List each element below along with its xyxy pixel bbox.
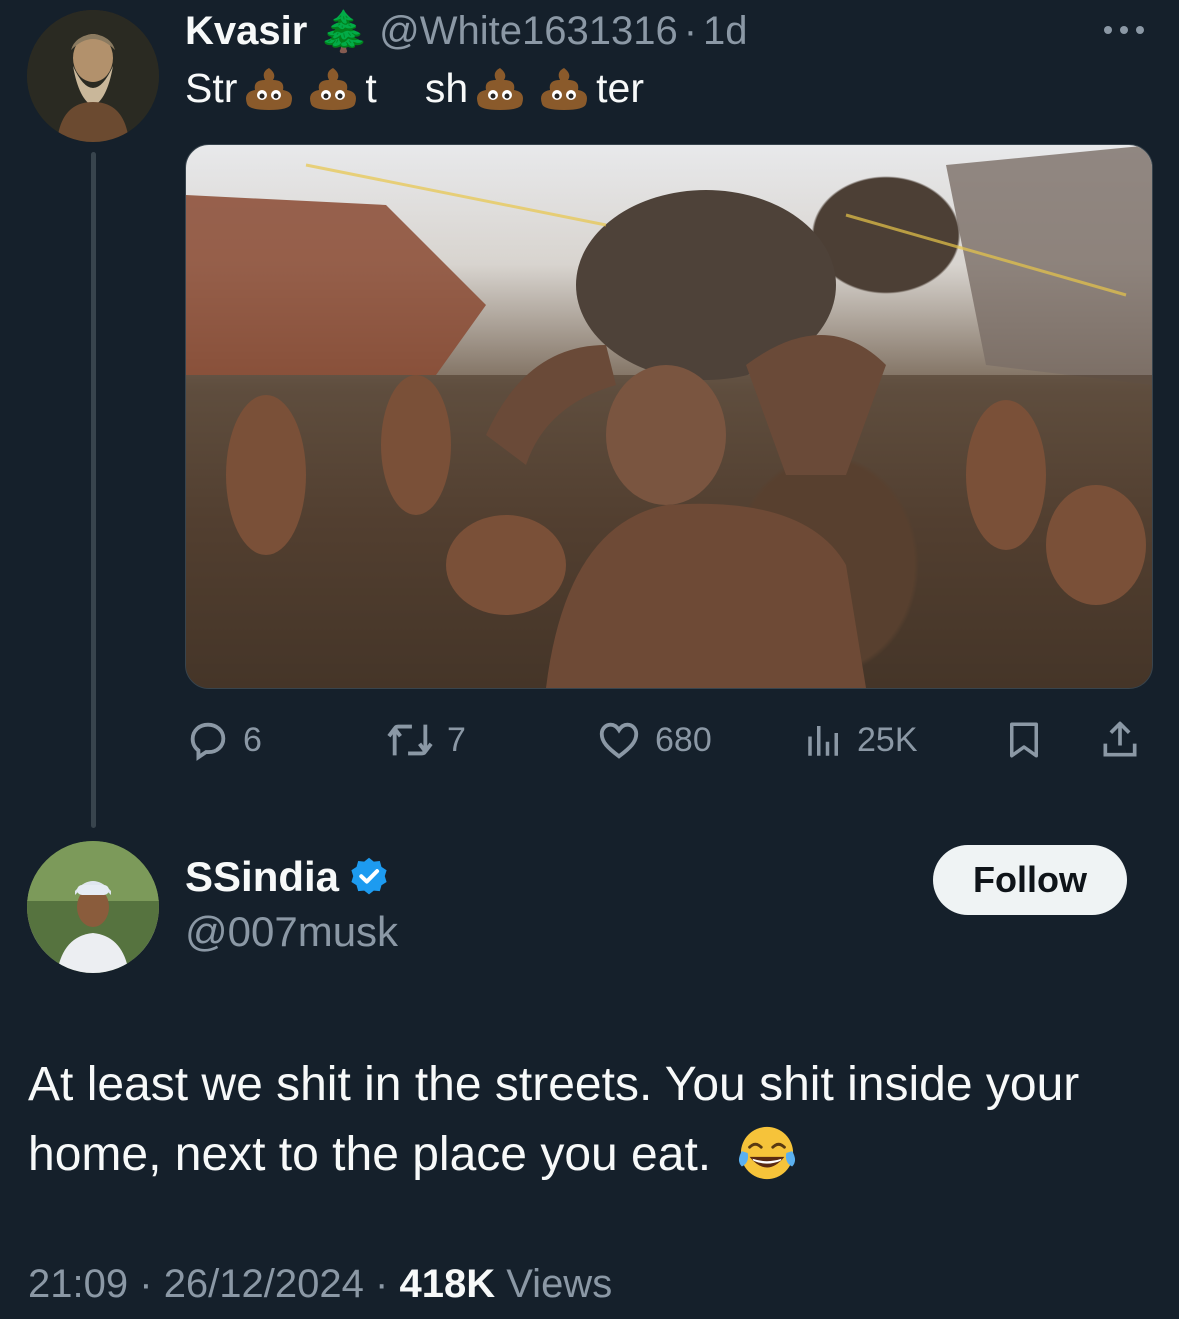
avatar-ssindia[interactable]: [27, 841, 159, 973]
avatar-ssindia-image: [27, 841, 159, 973]
bookmark-icon: [1010, 722, 1038, 758]
reply-author: SSindia: [185, 853, 391, 901]
views-count[interactable]: 418K: [399, 1262, 495, 1306]
separator-dot: ·: [683, 8, 698, 53]
tweet-header: Kvasir 🌲 @White1631316 · 1d: [185, 6, 748, 56]
views-button[interactable]: 25K: [803, 710, 918, 770]
reply-count: 6: [243, 720, 262, 759]
reply-icon: [190, 722, 226, 761]
retweet-count: 7: [447, 720, 466, 759]
like-count: 680: [655, 720, 712, 759]
thread-connector-line: [91, 152, 96, 828]
follow-button[interactable]: Follow: [933, 845, 1127, 915]
more-options-icon[interactable]: [1099, 10, 1149, 50]
analytics-icon: [808, 726, 838, 756]
poo-emoji-icon: [310, 68, 357, 110]
share-button[interactable]: [1098, 710, 1154, 770]
tweet-text-part: sh: [424, 64, 469, 111]
tweet-age[interactable]: 1d: [703, 9, 748, 54]
views-label: Views: [506, 1262, 613, 1306]
retweet-icon: [387, 724, 433, 756]
separator-dot: ·: [139, 1262, 153, 1306]
user-handle[interactable]: @007musk: [185, 908, 398, 956]
verified-badge-icon: [351, 857, 387, 895]
retweet-button[interactable]: 7: [385, 710, 466, 770]
mud-festival-photo: [186, 145, 1152, 688]
tweet-text: Str t sh ter: [185, 64, 644, 112]
display-name[interactable]: Kvasir: [185, 9, 307, 54]
reply-text-body: At least we shit in the streets. You shi…: [28, 1058, 1080, 1181]
views-count: 25K: [857, 720, 918, 759]
tweet-action-bar: 6 7 680 25K: [185, 710, 1151, 770]
bookmark-button[interactable]: [1003, 710, 1057, 770]
tweet-text-part: Str: [185, 64, 238, 111]
tree-emoji: 🌲: [319, 9, 370, 54]
tweet-time[interactable]: 21:09: [28, 1262, 128, 1306]
reply-text: At least we shit in the streets. You shi…: [28, 1050, 1158, 1190]
user-handle[interactable]: @White1631316: [379, 9, 678, 54]
share-icon: [1103, 721, 1137, 757]
tweet-photo[interactable]: [185, 144, 1153, 689]
poo-emoji-icon: [541, 68, 588, 110]
avatar-kvasir[interactable]: [27, 10, 159, 142]
avatar-kvasir-image: [27, 10, 159, 142]
heart-icon: [599, 722, 639, 759]
separator-dot: ·: [375, 1262, 389, 1306]
tears-of-joy-emoji-icon: [739, 1126, 796, 1180]
like-button[interactable]: 680: [595, 710, 712, 770]
tweet-text-part: t: [365, 64, 377, 111]
tweet-date[interactable]: 26/12/2024: [164, 1262, 364, 1306]
display-name[interactable]: SSindia: [185, 853, 339, 901]
tweet-text-part: ter: [596, 64, 644, 111]
poo-emoji-icon: [246, 68, 293, 110]
reply-button[interactable]: 6: [185, 710, 262, 770]
tweet-metadata: 21:09 · 26/12/2024 · 418K Views: [28, 1262, 612, 1307]
poo-emoji-icon: [477, 68, 524, 110]
